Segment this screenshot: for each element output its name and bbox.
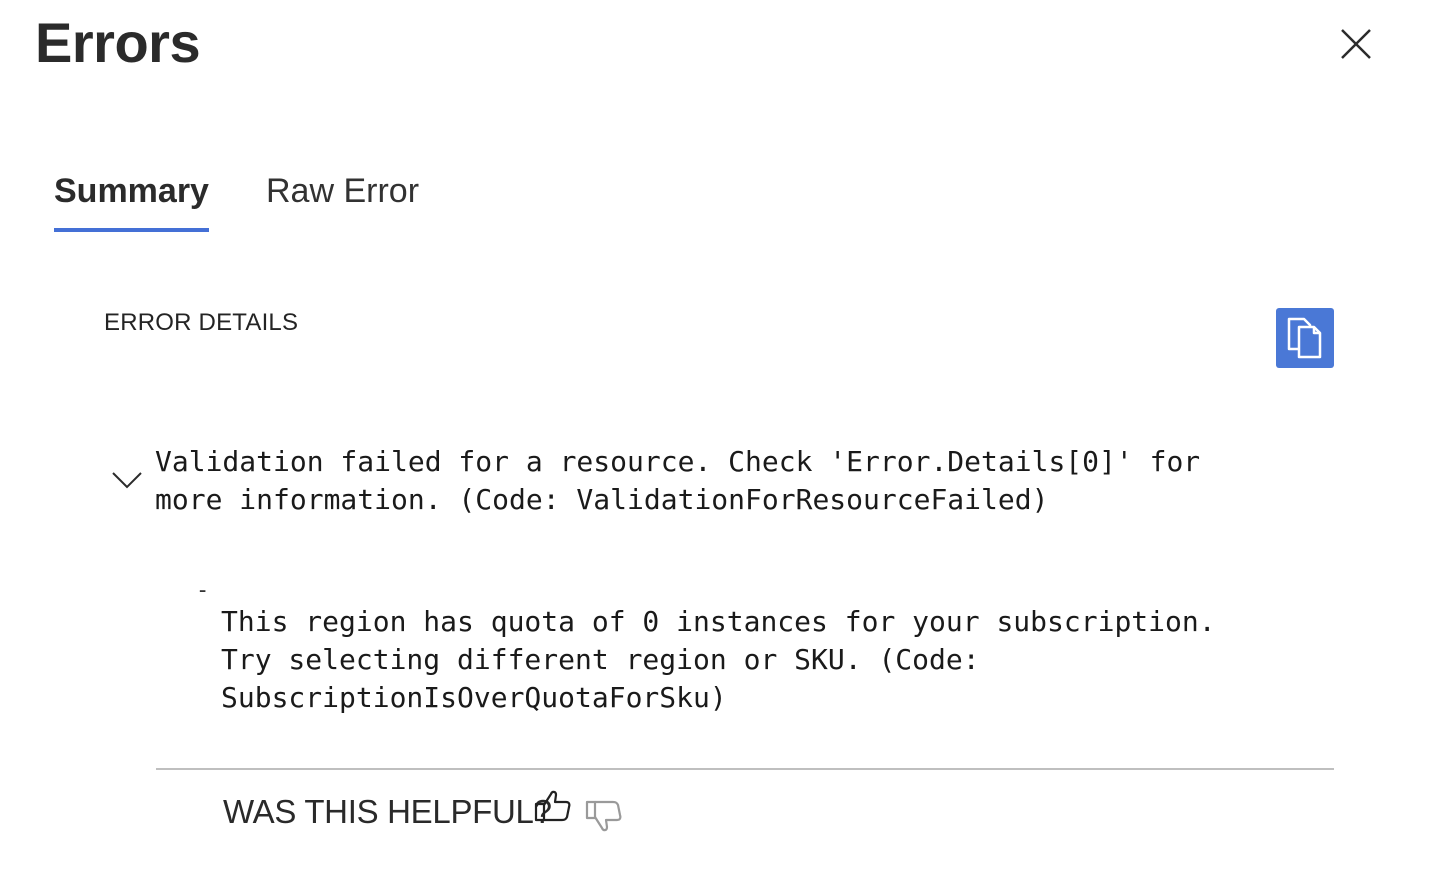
sub-error-message: This region has quota of 0 instances for… bbox=[221, 603, 1216, 717]
thumbs-up-button[interactable] bbox=[532, 788, 574, 826]
copy-icon bbox=[1287, 317, 1322, 359]
divider bbox=[156, 768, 1334, 770]
sub-error-line: Try selecting different region or SKU. (… bbox=[221, 643, 980, 676]
close-button[interactable] bbox=[1330, 18, 1382, 70]
thumbs-up-icon bbox=[534, 790, 571, 822]
close-icon bbox=[1341, 29, 1371, 59]
tab-summary[interactable]: Summary bbox=[54, 168, 209, 232]
main-error-line: more information. (Code: ValidationForRe… bbox=[155, 483, 1049, 516]
feedback-prompt: WAS THIS HELPFUL? bbox=[223, 793, 552, 830]
sub-error-line: This region has quota of 0 instances for… bbox=[221, 605, 1216, 638]
expand-error-toggle[interactable] bbox=[110, 468, 144, 492]
chevron-down-icon bbox=[112, 472, 142, 489]
main-error-message: Validation failed for a resource. Check … bbox=[155, 443, 1200, 519]
thumbs-down-button[interactable] bbox=[583, 796, 625, 834]
error-details-heading: ERROR DETAILS bbox=[104, 309, 299, 336]
thumbs-down-icon bbox=[585, 800, 622, 832]
copy-button[interactable] bbox=[1276, 308, 1334, 368]
sub-error-line: SubscriptionIsOverQuotaForSku) bbox=[221, 681, 727, 714]
sub-error-bullet: - bbox=[196, 578, 210, 603]
panel-title: Errors bbox=[35, 11, 201, 74]
tab-raw-error[interactable]: Raw Error bbox=[266, 168, 419, 214]
main-error-line: Validation failed for a resource. Check … bbox=[155, 445, 1201, 478]
